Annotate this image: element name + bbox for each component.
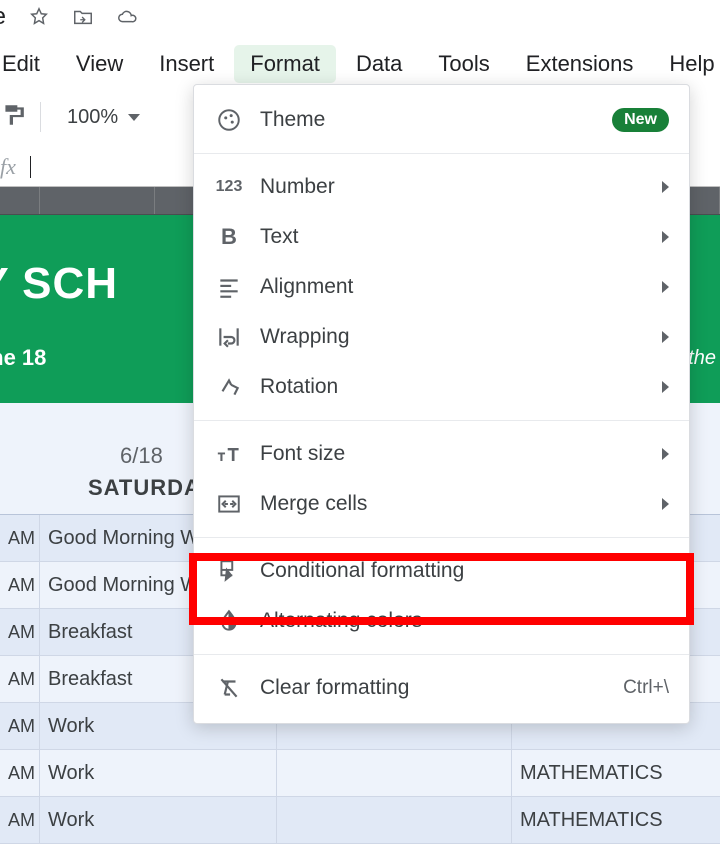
menu-shortcut: Ctrl+\	[623, 677, 669, 699]
menu-data[interactable]: Data	[340, 45, 418, 83]
clear-formatting-icon	[216, 675, 242, 701]
menu-view[interactable]: View	[60, 45, 139, 83]
toolbar-divider	[40, 102, 41, 132]
banner-right-text: the	[688, 347, 720, 370]
submenu-caret-icon	[662, 448, 669, 460]
menu-item-font-size[interactable]: TT Font size	[194, 429, 689, 479]
cell-gap[interactable]	[277, 750, 512, 796]
align-icon	[216, 274, 242, 300]
table-row[interactable]: AM Work MATHEMATICS	[0, 750, 720, 797]
menu-item-text[interactable]: B Text	[194, 212, 689, 262]
zoom-value: 100%	[67, 106, 118, 129]
menu-help[interactable]: Help	[653, 45, 720, 83]
menu-item-alternating-colors[interactable]: Alternating colors	[194, 596, 689, 646]
menu-edit[interactable]: Edit	[0, 45, 56, 83]
merge-cells-icon	[216, 491, 242, 517]
alternating-colors-icon	[216, 608, 242, 634]
menu-separator	[194, 420, 689, 421]
table-row[interactable]: AM Work MATHEMATICS	[0, 797, 720, 844]
menu-insert[interactable]: Insert	[143, 45, 230, 83]
menu-item-label: Number	[260, 175, 644, 199]
day-name: SATURDA	[88, 475, 201, 501]
zoom-dropdown[interactable]: 100%	[55, 106, 152, 129]
wrap-icon	[216, 324, 242, 350]
menu-tools[interactable]: Tools	[422, 45, 505, 83]
cloud-icon[interactable]	[116, 6, 138, 28]
conditional-formatting-icon	[216, 558, 242, 584]
submenu-caret-icon	[662, 281, 669, 293]
menu-item-label: Alignment	[260, 275, 644, 299]
menu-item-merge-cells[interactable]: Merge cells	[194, 479, 689, 529]
cell-activity[interactable]: Work	[40, 750, 277, 796]
cell-time[interactable]: AM	[0, 750, 40, 796]
toolbar: 100%	[0, 92, 152, 142]
doc-title-bar: dule	[0, 0, 138, 34]
menu-item-clear-formatting[interactable]: Clear formatting Ctrl+\	[194, 663, 689, 713]
format-menu-dropdown: Theme New 123 Number B Text Alignment Wr…	[193, 84, 690, 724]
cell-gap[interactable]	[277, 797, 512, 843]
menu-item-number[interactable]: 123 Number	[194, 162, 689, 212]
menu-item-conditional-formatting[interactable]: Conditional formatting	[194, 546, 689, 596]
menu-item-theme[interactable]: Theme New	[194, 95, 689, 145]
menu-item-label: Alternating colors	[260, 609, 669, 633]
font-size-icon: TT	[216, 441, 242, 467]
number-icon: 123	[216, 174, 242, 200]
menu-separator	[194, 153, 689, 154]
menu-item-label: Clear formatting	[260, 676, 605, 700]
menu-item-label: Conditional formatting	[260, 559, 669, 583]
menu-item-label: Text	[260, 225, 644, 249]
cell-right[interactable]: MATHEMATICS	[512, 797, 720, 843]
move-folder-icon[interactable]	[72, 6, 94, 28]
col-header-blank[interactable]	[0, 187, 40, 214]
cell-time[interactable]: AM	[0, 656, 40, 702]
menu-format[interactable]: Format	[234, 45, 336, 83]
menu-item-label: Merge cells	[260, 492, 644, 516]
cell-time[interactable]: AM	[0, 562, 40, 608]
caret-down-icon	[128, 114, 140, 121]
doc-title[interactable]: dule	[0, 3, 6, 31]
submenu-caret-icon	[662, 331, 669, 343]
menu-separator	[194, 537, 689, 538]
svg-text:T: T	[228, 445, 239, 465]
star-icon[interactable]	[28, 6, 50, 28]
col-header-b[interactable]	[40, 187, 155, 214]
paint-format-icon[interactable]	[0, 102, 26, 133]
cell-right[interactable]: MATHEMATICS	[512, 750, 720, 796]
formula-bar[interactable]: fx	[0, 150, 31, 184]
cell-time[interactable]: AM	[0, 515, 40, 561]
bold-icon: B	[216, 224, 242, 250]
cell-time[interactable]: AM	[0, 797, 40, 843]
menu-item-label: Rotation	[260, 375, 644, 399]
rotation-icon	[216, 374, 242, 400]
banner-weekof: of: June 18	[0, 345, 46, 371]
cell-activity[interactable]: Work	[40, 797, 277, 843]
new-badge: New	[612, 108, 669, 132]
svg-text:T: T	[218, 452, 225, 464]
formula-cursor	[30, 156, 31, 178]
cell-time[interactable]: AM	[0, 609, 40, 655]
submenu-caret-icon	[662, 381, 669, 393]
banner-weekof-date: June 18	[0, 345, 46, 371]
menu-item-rotation[interactable]: Rotation	[194, 362, 689, 412]
menu-extensions[interactable]: Extensions	[510, 45, 650, 83]
theme-icon	[216, 107, 242, 133]
menu-item-alignment[interactable]: Alignment	[194, 262, 689, 312]
menu-item-label: Font size	[260, 442, 644, 466]
submenu-caret-icon	[662, 231, 669, 243]
menu-item-label: Theme	[260, 108, 594, 132]
menu-separator	[194, 654, 689, 655]
menu-item-wrapping[interactable]: Wrapping	[194, 312, 689, 362]
submenu-caret-icon	[662, 181, 669, 193]
menu-item-label: Wrapping	[260, 325, 644, 349]
submenu-caret-icon	[662, 498, 669, 510]
fx-icon: fx	[0, 154, 16, 180]
menu-bar: Edit View Insert Format Data Tools Exten…	[0, 44, 720, 84]
banner-title: URLY SCH	[0, 259, 118, 309]
day-date: 6/18	[120, 443, 163, 469]
cell-time[interactable]: AM	[0, 703, 40, 749]
